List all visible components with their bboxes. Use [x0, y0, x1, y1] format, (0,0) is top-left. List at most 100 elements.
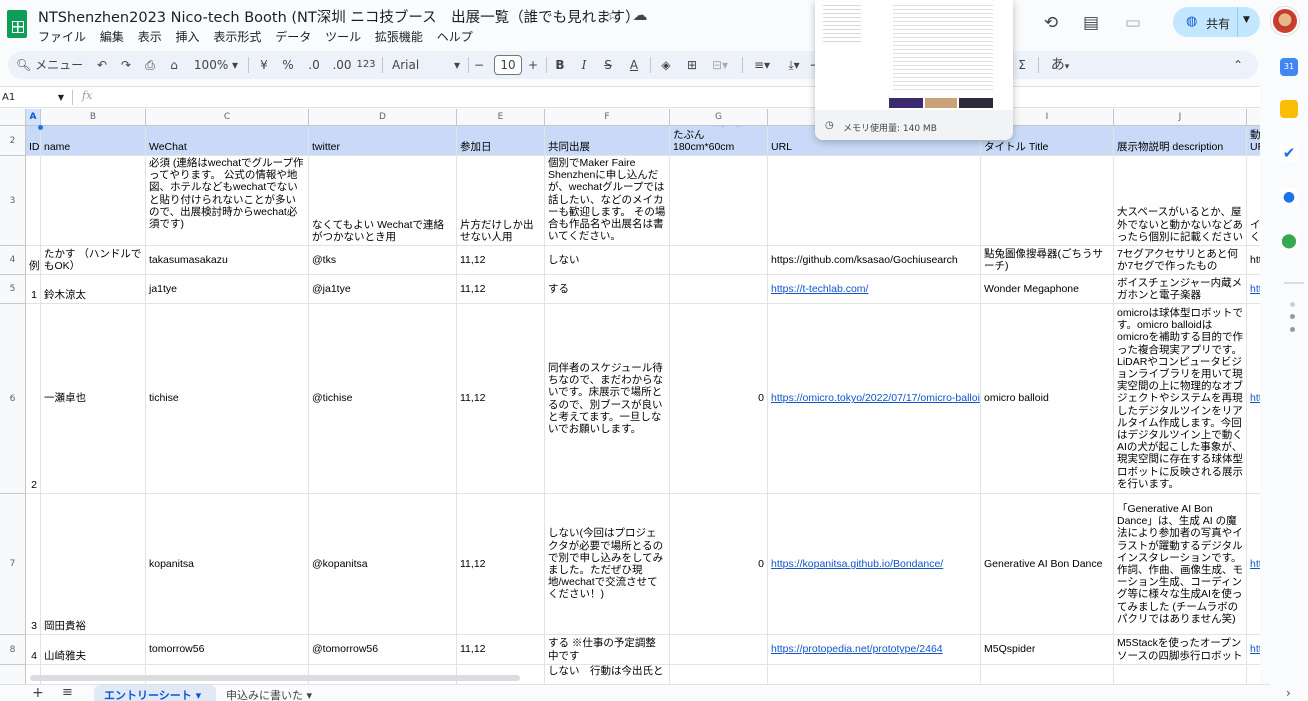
cell-i4[interactable]: 點兔圖像搜尋器(ごちうサーチ) — [981, 246, 1114, 275]
cell-c4[interactable]: takasumasakazu — [146, 246, 309, 275]
cell-h6[interactable]: https://omicro.tokyo/2022/07/17/omicro-b… — [768, 304, 981, 494]
cell-f2[interactable]: 共同出展 — [545, 126, 670, 156]
url-link[interactable]: https://protopedia.net/prototype/2464 — [771, 643, 977, 655]
cell-e3[interactable]: 片方だけしか出せない人用 — [457, 156, 545, 246]
column-header-a[interactable]: A — [26, 109, 41, 126]
cell-h9[interactable] — [768, 665, 981, 684]
share-button[interactable]: ◍ 共有 ▼ — [1173, 7, 1260, 37]
italic-button[interactable]: I — [576, 51, 592, 79]
merge-cells-icon[interactable]: ⊟▾ — [708, 51, 732, 79]
cell-j5[interactable]: ボイスチェンジャー内蔵メガホンと電子楽器 — [1114, 275, 1247, 304]
cell-g8[interactable] — [670, 635, 768, 665]
cell-b6[interactable]: 一瀬卓也 — [41, 304, 146, 494]
cell-k4[interactable]: htt — [1247, 246, 1260, 275]
more-formats-button[interactable]: 123 — [356, 51, 376, 79]
sheets-logo-icon[interactable] — [7, 10, 27, 38]
avatar[interactable] — [1271, 7, 1299, 35]
cell-f8[interactable]: する ※仕事の予定調整中です — [545, 635, 670, 665]
cell-f7[interactable]: しない(今回はプロジェクタが必要で場所とるので別で申し込みをしてみました。ただぜ… — [545, 494, 670, 635]
menu-file[interactable]: ファイル — [38, 30, 86, 44]
select-all-corner[interactable] — [0, 109, 26, 126]
keep-icon[interactable] — [1280, 100, 1298, 118]
cell-c2[interactable]: WeChat — [146, 126, 309, 156]
maps-icon[interactable]: ⬤ — [1280, 232, 1298, 250]
cell-c6[interactable]: tichise — [146, 304, 309, 494]
horizontal-scrollbar[interactable] — [30, 675, 520, 681]
formula-input[interactable] — [100, 89, 800, 106]
cell-g5[interactable] — [670, 275, 768, 304]
column-header-d[interactable]: D — [309, 109, 457, 126]
zoom-select[interactable]: 100% ▾ — [192, 51, 240, 79]
menu-search[interactable]: 🔍︎ メニュー — [16, 51, 90, 79]
column-header-b[interactable]: B — [41, 109, 146, 126]
paint-format-icon[interactable]: ⌂ — [166, 51, 182, 79]
name-box[interactable]: A1 ▼ — [2, 90, 66, 105]
cell-d5[interactable]: @ja1tye — [309, 275, 457, 304]
borders-icon[interactable]: ⊞ — [684, 51, 700, 79]
expand-panel-icon[interactable]: › — [1286, 686, 1291, 700]
cell-a8[interactable]: 4 — [26, 635, 41, 665]
cell-c7[interactable]: kopanitsa — [146, 494, 309, 635]
column-header-j[interactable]: J — [1114, 109, 1247, 126]
column-header-k[interactable] — [1247, 109, 1260, 126]
fill-color-icon[interactable]: ◈ — [658, 51, 674, 79]
document-title[interactable]: NTShenzhen2023 Nico-tech Booth (NT深圳 ニコ技… — [38, 6, 640, 27]
cell-b3[interactable] — [41, 156, 146, 246]
cell-g2[interactable]: テーブル割り振り たぶん180cm*60cm — [670, 126, 768, 156]
cell-e2[interactable]: 参加日 — [457, 126, 545, 156]
history-icon[interactable]: ⟲ — [1040, 12, 1062, 34]
cell-h3[interactable] — [768, 156, 981, 246]
all-sheets-button[interactable]: ≡ — [62, 685, 73, 701]
row-header-6[interactable]: 6 — [0, 304, 26, 494]
decrease-decimal-button[interactable]: .0 — [304, 51, 324, 79]
redo-icon[interactable]: ↷ — [118, 51, 134, 79]
font-size-increase-button[interactable]: + — [526, 51, 540, 79]
cell-a7[interactable]: 3 — [26, 494, 41, 635]
cell-a3[interactable] — [26, 156, 41, 246]
menu-tools[interactable]: ツール — [325, 30, 361, 44]
cell-d7[interactable]: @kopanitsa — [309, 494, 457, 635]
cell-d6[interactable]: @tichise — [309, 304, 457, 494]
menu-view[interactable]: 表示 — [138, 30, 162, 44]
cell-g3[interactable] — [670, 156, 768, 246]
tasks-icon[interactable]: ✔ — [1280, 144, 1298, 162]
cloud-status-icon[interactable]: ☁ — [631, 6, 649, 24]
cell-g7[interactable]: 0 — [670, 494, 768, 635]
cell-e4[interactable]: 11,12 — [457, 246, 545, 275]
cell-k5[interactable]: htt — [1247, 275, 1260, 304]
url-link[interactable]: https://kopanitsa.github.io/Bondance/ — [771, 558, 977, 570]
currency-format-button[interactable]: ¥ — [256, 51, 272, 79]
functions-button[interactable]: Σ — [1014, 51, 1030, 79]
url-link[interactable]: https://t-techlab.com/ — [771, 283, 977, 295]
cell-e8[interactable]: 11,12 — [457, 635, 545, 665]
cell-a2[interactable]: ID — [26, 126, 41, 156]
cell-j3[interactable]: 大スペースがいるとか、屋外でないと動かないなどあったら個別に記載ください — [1114, 156, 1247, 246]
cell-k8[interactable]: htt — [1247, 635, 1260, 665]
cell-a5[interactable]: 1 — [26, 275, 41, 304]
increase-decimal-button[interactable]: .00 — [330, 51, 354, 79]
font-size-decrease-button[interactable]: − — [472, 51, 486, 79]
cell-a6[interactable]: 2 — [26, 304, 41, 494]
menu-extensions[interactable]: 拡張機能 — [375, 30, 423, 44]
sheet-tab-other[interactable]: 申込みに書いた ▾ — [226, 687, 312, 701]
horizontal-align-icon[interactable]: ≡▾ — [750, 51, 774, 79]
cell-b4[interactable]: たかす （ハンドルでもOK） — [41, 246, 146, 275]
meet-icon[interactable]: ▭ — [1122, 12, 1144, 34]
bold-button[interactable]: B — [552, 51, 568, 79]
cell-d2[interactable]: twitter — [309, 126, 457, 156]
cell-g6[interactable]: 0 — [670, 304, 768, 494]
cell-i9[interactable] — [981, 665, 1114, 684]
comments-icon[interactable]: ▤ — [1080, 12, 1102, 34]
cell-f4[interactable]: しない — [545, 246, 670, 275]
cell-i6[interactable]: omicro balloid — [981, 304, 1114, 494]
cell-i8[interactable]: M5Qspider — [981, 635, 1114, 665]
cell-j9[interactable] — [1114, 665, 1247, 684]
cell-j2[interactable]: 展示物説明 description — [1114, 126, 1247, 156]
cell-h7[interactable]: https://kopanitsa.github.io/Bondance/ — [768, 494, 981, 635]
cell-b5[interactable]: 鈴木涼太 — [41, 275, 146, 304]
cell-f3[interactable]: 個別でMaker Faire Shenzhenに申し込んだが、wechatグルー… — [545, 156, 670, 246]
cell-d4[interactable]: @tks — [309, 246, 457, 275]
cell-i7[interactable]: Generative AI Bon Dance — [981, 494, 1114, 635]
undo-icon[interactable]: ↶ — [94, 51, 110, 79]
cell-b2[interactable]: name — [41, 126, 146, 156]
